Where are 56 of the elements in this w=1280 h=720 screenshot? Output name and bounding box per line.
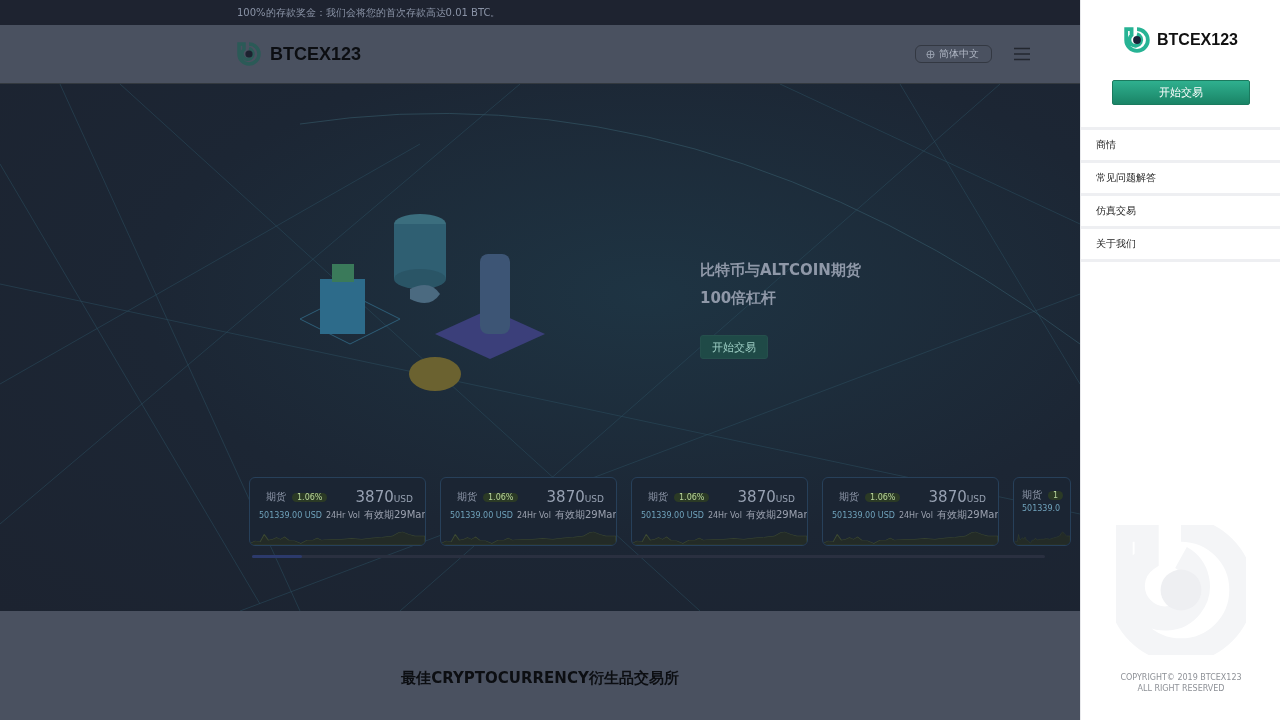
price-unit: USD [775,494,795,504]
volume-text: 501339.0 [1022,504,1061,513]
price-unit: USD [393,494,413,504]
expiry-text: 有效期29Mar [363,508,425,522]
change-badge: 1 [1048,490,1064,500]
change-badge: 1.06% [292,492,328,502]
price-value: 3870 [737,488,776,506]
volume-label: 24Hr Vol [898,511,933,520]
ticker-label: 期货 [648,490,668,504]
hero-subtitle: 100倍杠杆 [700,288,778,309]
ticker-label: 期货 [1022,488,1042,502]
expiry-text: 有效期29Mar [554,508,616,522]
volume-label: 24Hr Vol [516,511,551,520]
menu-icon[interactable] [1014,47,1030,61]
volume-label: 24Hr Vol [325,511,360,520]
menu-item[interactable]: 关于我们 [1081,229,1280,262]
ticker-label: 期货 [266,490,286,504]
price-value: 3870 [355,488,394,506]
announcement-text: 100%的存款奖金：我们会将您的首次存款高达0.01 BTC。 [237,6,501,18]
price-value: 3870 [546,488,585,506]
price-unit: USD [966,494,986,504]
change-badge: 1.06% [674,492,710,502]
section-title: 最佳CRYPTOCURRENCY衍生品交易所 [401,669,679,688]
expiry-text: 有效期29Mar [745,508,807,522]
ticker-card[interactable]: 期货 1.06% 3870USD 501339.00 USD 24Hr Vol 有效期29Mar [631,477,808,546]
ticker-label: 期货 [839,490,859,504]
volume-text: 501339.00 USD [641,511,704,520]
copyright-text: COPYRIGHT© 2019 BTCEX123 [1120,673,1242,682]
logo-icon [237,42,261,66]
volume-text: 501339.00 USD [832,511,895,520]
change-badge: 1.06% [865,492,901,502]
volume-text: 501339.00 USD [259,511,322,520]
ticker-card[interactable]: 期货 1.06% 3870USD 501339.00 USD 24Hr Vol 有效期29Mar [440,477,617,546]
globe-icon [926,49,935,59]
scrollbar-thumb[interactable] [252,555,302,558]
copyright-text: ALL RIGHT RESERVED [1137,684,1225,693]
volume-label: 24Hr Vol [707,511,742,520]
brand-name: BTCEX123 [1157,31,1238,49]
start-trading-button[interactable]: 开始交易 [700,335,768,359]
price-unit: USD [584,494,604,504]
expiry-text: 有效期29Mar [936,508,998,522]
ticker-card[interactable]: 期货 1.06% 3870USD 501339.00 USD 24Hr Vol 有效期29Mar [249,477,426,546]
menu-item[interactable]: 仿真交易 [1081,196,1280,229]
ticker-card[interactable]: 期货 1 501339.0 [1013,477,1071,546]
hero-title: 比特币与ALTCOIN期货 [700,260,861,281]
volume-text: 501339.00 USD [450,511,513,520]
logo-icon [1124,27,1151,53]
ticker-card[interactable]: 期货 1.06% 3870USD 501339.00 USD 24Hr Vol 有效期29Mar [822,477,999,546]
start-trading-button[interactable]: 开始交易 [1112,80,1250,105]
brand-name: BTCEX123 [270,43,362,65]
menu-item[interactable]: 商情 [1081,130,1280,163]
ticker-label: 期货 [457,490,477,504]
language-button[interactable]: 简体中文 [915,45,992,63]
price-value: 3870 [928,488,967,506]
menu-item[interactable]: 常见问题解答 [1081,163,1280,196]
change-badge: 1.06% [483,492,519,502]
